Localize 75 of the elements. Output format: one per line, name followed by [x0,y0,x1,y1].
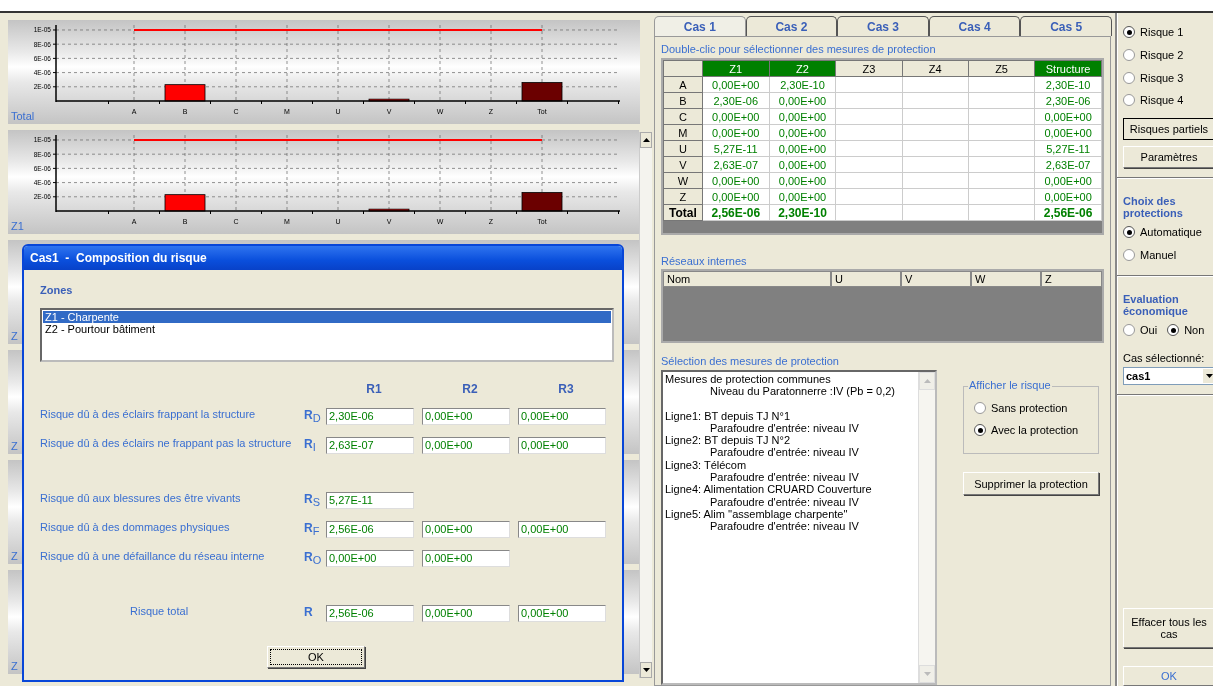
table-cell: 0,00E+00 [1034,188,1102,205]
section-title: Evaluation économique [1123,293,1189,318]
column-header: Structure [1034,60,1102,77]
text-line: Ligne5: Alim ''assemblage charpente'' [665,507,849,521]
table-cell: 0,00E+00 [702,188,770,205]
table-cell: 2,63E-07 [702,156,770,173]
column-header: Z4 [902,60,969,77]
section-label: Sélection des mesures de protection [661,355,840,367]
risk-label: Risque dû à des éclairs frappant la structure [40,408,257,420]
table-cell: 0,00E+00 [769,156,836,173]
table-cell: 2,56E-06 [1034,204,1102,221]
table-cell: 0,00E+00 [702,172,770,189]
chart-title: Z1 [11,220,24,232]
column-header: Z [1041,271,1102,287]
risk-label: Risque total [130,605,189,617]
dialog-title: Cas1 - Composition du risque [24,246,622,270]
table-cell: 0,00E+00 [769,188,836,205]
text-line: Ligne3: Télécom [665,458,748,472]
text-line: Mesures de protection communes [665,373,832,386]
risk-label: Risque dû à des dommages physiques [40,521,231,533]
table-cell: 0,00E+00 [769,92,836,109]
table-cell: 0,00E+00 [1034,172,1102,189]
chart-title: Z [11,440,18,452]
column-header: U [831,271,901,287]
column-header: Z1 [702,60,770,77]
column-header: Nom [663,271,831,287]
column-header: R1 [365,382,383,396]
risk-symbol: R [304,605,314,619]
section-title: Choix des protections [1123,194,1184,219]
table-cell: 0,00E+00 [769,124,836,141]
table-cell: 5,27E-11 [1034,140,1102,157]
text-line: Ligne1: BT depuis TJ N°1 [665,409,792,422]
text-line: Parafoudre d'entrée: niveau IV [710,520,860,533]
risk-label: Risque dû aux blessures des être vivants [40,492,242,504]
risk-label: Risque dû à des éclairs ne frappant pas la structure [40,437,293,449]
column-header: Z2 [769,60,836,77]
chart-title: Total [11,110,35,122]
table-cell: 0,00E+00 [1034,108,1102,125]
section-label: Réseaux internes [661,255,748,267]
hint-text: Double-clic pour sélectionner des mesures de protection [661,43,937,55]
zones-label: Zones [40,284,74,296]
column-header: R2 [461,382,479,396]
table-cell: 2,30E-06 [702,92,770,109]
risk-label: Risque dû à une défaillance du réseau interne [40,550,266,562]
chart-title: Z [11,330,18,342]
field-label: Cas sélectionné: [1123,351,1206,364]
text-line: Parafoudre d'entrée: niveau IV [710,421,860,435]
table-cell: 0,00E+00 [702,108,770,125]
column-header: W [971,271,1041,287]
text-line: Parafoudre d'entrée: niveau IV [710,471,860,484]
table-cell: 2,30E-10 [769,76,836,93]
chart-title: Z [11,550,18,562]
table-cell: 2,63E-07 [1034,156,1102,173]
table-cell: 5,27E-11 [702,140,770,157]
text-line: Ligne4: Alimentation CRUARD Couverture [665,483,873,496]
table-cell: 2,30E-06 [1034,92,1102,109]
table-cell: 2,30E-10 [1034,76,1102,93]
column-header: Z3 [835,60,903,77]
column-header: R3 [557,382,575,396]
column-header: Z5 [968,60,1035,77]
group-title: Afficher le risque [968,379,1052,391]
chart-title: Z [11,660,18,672]
table-cell: 0,00E+00 [769,172,836,189]
table-cell: 2,30E-10 [769,204,836,221]
table-cell: 0,00E+00 [769,108,836,125]
text-line: Parafoudre d'entrée: niveau IV [710,495,860,508]
column-header: V [901,271,971,287]
text-line: Niveau du Paratonnerre :IV (Pb = 0,2) [710,385,896,398]
table-cell: 0,00E+00 [702,124,770,141]
table-cell: 0,00E+00 [702,76,770,93]
text-line: Parafoudre d'entrée: niveau IV [710,446,860,459]
table-cell: 2,56E-06 [702,204,770,221]
table-cell: 0,00E+00 [769,140,836,157]
table-cell: 0,00E+00 [1034,124,1102,141]
text-line: Ligne2: BT depuis TJ N°2 [665,434,792,447]
